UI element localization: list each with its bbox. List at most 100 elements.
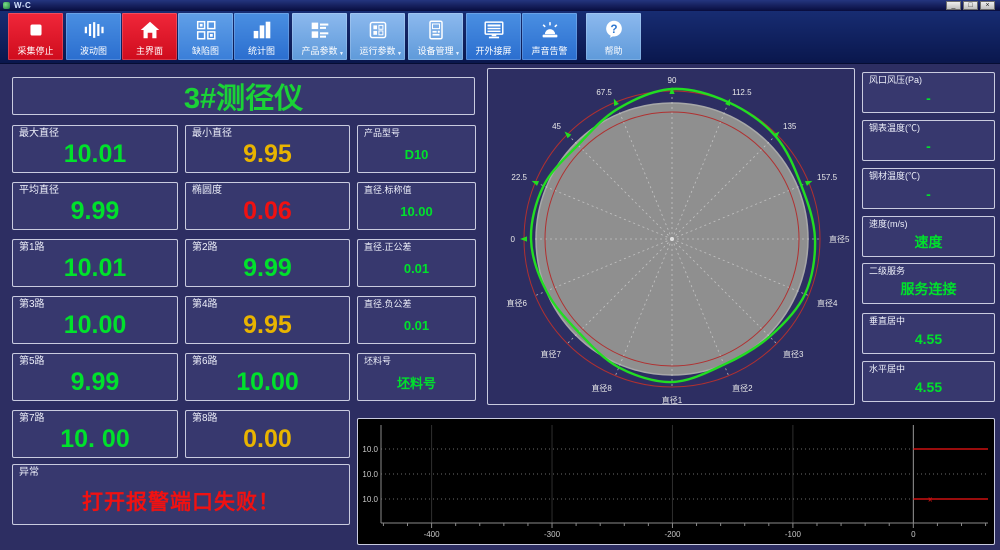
stop-icon (8, 18, 63, 42)
toolbar-button-defect-chart[interactable]: 缺陷图 (178, 13, 233, 60)
minimize-button[interactable]: _ (946, 1, 961, 10)
svg-text:-100: -100 (785, 530, 802, 539)
barchart-icon (234, 18, 289, 42)
svg-text:直径2: 直径2 (732, 383, 753, 393)
cell-value: 9.95 (243, 311, 292, 339)
svg-text:10.0: 10.0 (362, 445, 378, 454)
cell-surface-temperature: 钢表温度(℃) - (862, 120, 995, 161)
svg-text:90: 90 (668, 76, 677, 85)
toolbar-button-sound-alarm[interactable]: 声音告警 (522, 13, 577, 60)
external-screen-icon (466, 18, 521, 42)
cell-label: 椭圆度 (192, 185, 222, 196)
cell-value: 坯料号 (396, 376, 436, 391)
cell-label: 速度(m/s) (869, 219, 908, 229)
toolbar-button-main-screen[interactable]: 主界面 (122, 13, 177, 60)
cell-path-6: 第6路 10.00 (185, 353, 350, 401)
cell-vertical-center: 垂直居中 4.55 (862, 313, 995, 354)
svg-text:112.5: 112.5 (732, 88, 752, 97)
cell-value: 服务连接 (900, 281, 957, 297)
toolbar: 采集停止 波动图 主界面 缺陷图 统计图 产品参数 ▼ 运行参数 ▼ 设备管理 ▼ 开外接屏 声音告警?… (0, 11, 1000, 64)
cell-label: 第5路 (19, 356, 45, 367)
cell-value: 9.99 (243, 254, 292, 282)
cell-label: 第6路 (192, 356, 218, 367)
svg-text:-300: -300 (544, 530, 561, 539)
cell-value: 0.06 (243, 197, 292, 225)
toolbar-button-help[interactable]: ? 帮助 (586, 13, 641, 60)
page-title: 3#测径仪 (183, 83, 304, 115)
cell-path-2: 第2路 9.99 (185, 239, 350, 287)
maximize-button[interactable]: □ (963, 1, 978, 10)
cell-avg-diameter: 平均直径 9.99 (12, 182, 178, 230)
svg-text:135: 135 (783, 122, 797, 131)
svg-text:直径3: 直径3 (783, 349, 804, 359)
cell-label: 第3路 (19, 299, 45, 310)
waveform-icon (66, 18, 121, 42)
cell-label: 最大直径 (19, 128, 59, 139)
svg-text:直径4: 直径4 (817, 298, 838, 308)
cell-label: 第8路 (192, 413, 218, 424)
toolbar-button-label: 帮助 (604, 46, 623, 56)
cell-label: 钢表温度(℃) (869, 123, 920, 133)
svg-text:0: 0 (911, 530, 916, 539)
svg-text:10.0: 10.0 (362, 495, 378, 504)
close-button[interactable]: × (980, 1, 995, 10)
alarm-message: 打开报警端口失败！ (82, 490, 280, 514)
cell-ovality: 椭圆度 0.06 (185, 182, 350, 230)
cell-value: 10.00 (400, 204, 433, 219)
cell-air-pressure: 风口风压(Pa) - (862, 72, 995, 113)
cell-nominal-diameter: 直径.标称值 10.00 (357, 182, 476, 230)
cell-value: 速度 (914, 234, 943, 250)
svg-text:-200: -200 (664, 530, 681, 539)
cell-value: - (926, 90, 931, 106)
cell-path-7: 第7路 10. 00 (12, 410, 178, 458)
cell-label: 钢材温度(℃) (869, 171, 920, 181)
toolbar-button-label: 声音告警 (531, 46, 568, 56)
cell-path-3: 第3路 10.00 (12, 296, 178, 344)
toolbar-button-stats-chart[interactable]: 统计图 (234, 13, 289, 60)
cell-value: - (926, 186, 931, 202)
svg-text:直径1: 直径1 (662, 395, 683, 404)
diameter-trend-chart: 10.0 10.0 10.0 -400 -300 -200 -100 0 x (362, 425, 988, 539)
svg-text:直径7: 直径7 (541, 349, 562, 359)
toolbar-button-collect-stop[interactable]: 采集停止 (8, 13, 63, 60)
alarm-panel: 异常 打开报警端口失败！ (12, 464, 350, 525)
chevron-down-icon: ▼ (339, 51, 344, 57)
cell-label: 第4路 (192, 299, 218, 310)
chevron-down-icon: ▼ (397, 51, 402, 57)
cell-label: 垂直居中 (869, 316, 906, 326)
toolbar-button-run-params[interactable]: 运行参数 ▼ (350, 13, 405, 60)
toolbar-button-label: 开外接屏 (475, 46, 512, 56)
cell-value: 0.01 (403, 261, 430, 276)
toolbar-button-label: 波动图 (79, 46, 107, 56)
svg-text:x: x (928, 497, 932, 504)
toolbar-button-device-manage[interactable]: 设备管理 ▼ (408, 13, 463, 60)
application-window: W-C _ □ × 采集停止 波动图 主界面 缺陷图 统计图 产品参数 ▼ 运行参数 ▼ 设备管理… (0, 0, 1000, 550)
cell-plus-tolerance: 直径.正公差 0.01 (357, 239, 476, 287)
run-params-icon (350, 18, 405, 42)
cell-label: 坯料号 (364, 356, 392, 366)
svg-text:10.0: 10.0 (362, 470, 378, 479)
defect-map-icon (178, 18, 233, 42)
toolbar-button-wave-chart[interactable]: 波动图 (66, 13, 121, 60)
window-title: W-C (14, 1, 32, 10)
cell-material-temperature: 钢材温度(℃) - (862, 168, 995, 209)
product-params-icon (292, 18, 347, 42)
svg-text:?: ? (610, 24, 617, 36)
toolbar-button-label: 缺陷图 (191, 46, 219, 56)
cell-label: 直径.负公差 (364, 299, 412, 309)
cross-section-polar-chart: 0 22.5 45 67.5 90 112.5 135 157.5 直径5 直径4 直径3 直径2 直径… (507, 76, 850, 405)
cell-horizontal-center: 水平居中 4.55 (862, 361, 995, 402)
cell-label: 水平居中 (869, 364, 906, 374)
trend-chart-panel: 10.0 10.0 10.0 -400 -300 -200 -100 0 x (357, 418, 995, 545)
home-icon (122, 18, 177, 42)
toolbar-button-label: 采集停止 (17, 46, 54, 56)
cell-path-1: 第1路 10.01 (12, 239, 178, 287)
cell-value: - (926, 138, 931, 154)
app-icon (3, 2, 10, 9)
cell-value: 9.99 (70, 197, 120, 225)
alarm-icon (522, 18, 577, 42)
help-icon: ? (586, 18, 641, 42)
toolbar-button-external-screen[interactable]: 开外接屏 (466, 13, 521, 60)
toolbar-button-product-params[interactable]: 产品参数 ▼ (292, 13, 347, 60)
cell-billet-number: 坯料号 坯料号 (357, 353, 476, 401)
